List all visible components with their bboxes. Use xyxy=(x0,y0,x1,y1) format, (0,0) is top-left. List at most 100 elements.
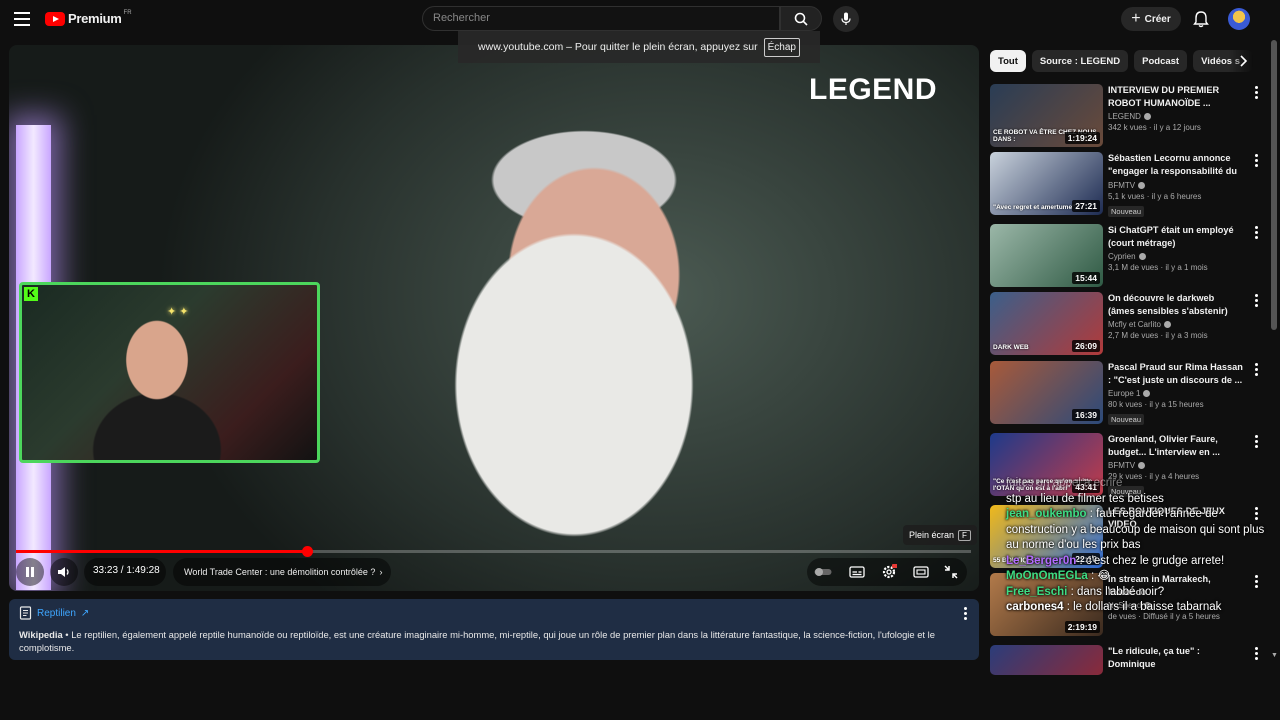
video-thumbnail[interactable]: "Avec regret et amertume" 27:21 xyxy=(990,152,1103,215)
volume-button[interactable] xyxy=(50,558,78,586)
hamburger-menu-icon[interactable] xyxy=(14,12,30,26)
progress-bar[interactable] xyxy=(16,546,971,557)
video-meta: 3,1 M de vues · il y a 1 mois xyxy=(1108,263,1208,272)
more-options-icon[interactable] xyxy=(1252,294,1260,308)
video-duration: 26:09 xyxy=(1072,340,1100,352)
voice-search-button[interactable] xyxy=(833,6,859,32)
chat-message: Le_Berger0n : c'est chez le grudge arret… xyxy=(1006,554,1271,570)
thumbnail-caption: DARK WEB xyxy=(993,344,1029,351)
sidebar-scrollbar[interactable] xyxy=(1271,40,1277,330)
chip-source-legend[interactable]: Source : LEGEND xyxy=(1031,50,1129,72)
video-thumbnail[interactable]: DARK WEB 26:09 xyxy=(990,292,1103,355)
plus-icon: + xyxy=(1131,10,1141,27)
recommendation-item[interactable]: 16:39 Pascal Praud sur Rima Hassan : "C'e… xyxy=(990,361,1260,425)
theater-icon xyxy=(913,566,929,578)
chip-podcast[interactable]: Podcast xyxy=(1134,50,1188,72)
recommendation-item[interactable]: DARK WEB 26:09 On découvre le darkweb (âme… xyxy=(990,292,1260,356)
chat-message: carbones4 : le dollars il a baisse tabar… xyxy=(1006,600,1271,616)
video-thumbnail[interactable]: 16:39 xyxy=(990,361,1103,424)
video-title[interactable]: "Le ridicule, ça tue" : Dominique xyxy=(1108,645,1243,670)
thumbnail-caption: "Avec regret et amertume" xyxy=(993,204,1076,211)
account-avatar[interactable] xyxy=(1228,8,1250,30)
channel-name[interactable]: Mcfly et Carlito xyxy=(1108,320,1243,329)
time-text: 33:23 / 1:49:28 xyxy=(93,565,160,576)
chat-username[interactable]: MoOnOmEGLa xyxy=(1006,570,1088,582)
chat-message: stp au lieu de filmer tes betises xyxy=(1006,492,1271,508)
recommendation-item[interactable]: "Avec regret et amertume" 27:21 Sébastien … xyxy=(990,152,1260,217)
chat-username[interactable]: Free_Eschi xyxy=(1006,586,1067,598)
video-title[interactable]: Si ChatGPT était un employé (court métra… xyxy=(1108,224,1243,249)
progress-scrubber[interactable] xyxy=(302,546,313,557)
create-button[interactable]: + Créer xyxy=(1121,7,1181,31)
chat-username[interactable]: carbones4 xyxy=(1006,601,1064,613)
channel-name-text: Cyprien xyxy=(1108,252,1136,261)
channel-name[interactable]: BFMTV xyxy=(1108,461,1243,470)
recommendation-item[interactable]: CE ROBOT VA ÊTRE CHEZ NOUS DANS :1:19:24… xyxy=(990,84,1260,148)
video-meta: 5,1 k vues · il y a 6 heures xyxy=(1108,192,1202,201)
more-options-icon[interactable] xyxy=(1252,86,1260,100)
chip-all[interactable]: Tout xyxy=(990,50,1026,72)
info-title-link[interactable]: Reptilien ↗ xyxy=(19,606,969,620)
chat-text: faites un appel a ecrire xyxy=(1006,477,1123,489)
video-player[interactable]: LEGEND K ✦ ✦ Plein écran F 33:23 / 1:49:… xyxy=(9,45,979,591)
recommendation-text: On découvre le darkweb (âmes sensibles s… xyxy=(1108,292,1243,340)
chips-next-button[interactable] xyxy=(1234,52,1252,70)
video-title[interactable]: Groenland, Olivier Faure, budget... L'in… xyxy=(1108,433,1243,458)
youtube-play-icon xyxy=(45,11,65,26)
chat-message: Free_Eschi : dans l'abbé noir? xyxy=(1006,585,1271,601)
pause-button[interactable] xyxy=(16,558,44,586)
chat-username[interactable]: Le_Berger0n xyxy=(1006,555,1076,567)
video-thumbnail[interactable]: 15:44 xyxy=(990,224,1103,287)
more-options-icon[interactable] xyxy=(1252,363,1260,377)
chevron-right-icon xyxy=(1240,55,1248,67)
subtitles-button[interactable] xyxy=(847,562,867,582)
video-title[interactable]: INTERVIEW DU PREMIER ROBOT HUMANOÏDE ... xyxy=(1108,84,1243,109)
video-thumbnail[interactable]: CE ROBOT VA ÊTRE CHEZ NOUS DANS :1:19:24 xyxy=(990,84,1103,147)
video-thumbnail[interactable] xyxy=(990,645,1103,675)
scroll-down-arrow-icon[interactable]: ▼ xyxy=(1271,652,1278,659)
info-text: Le reptilien, également appelé reptile h… xyxy=(19,629,935,653)
channel-name[interactable]: BFMTV xyxy=(1108,181,1243,190)
more-options-icon[interactable] xyxy=(1252,226,1260,240)
channel-name[interactable]: Europe 1 xyxy=(1108,389,1243,398)
video-title[interactable]: On découvre le darkweb (âmes sensibles s… xyxy=(1108,292,1243,317)
recommendation-item[interactable]: 15:44 Si ChatGPT était un employé (court … xyxy=(990,224,1260,288)
youtube-logo[interactable]: Premium FR xyxy=(45,10,132,26)
chat-text: : c'est chez le grudge arrete! xyxy=(1076,554,1225,567)
tooltip-text: Plein écran xyxy=(909,530,955,540)
exit-fullscreen-icon xyxy=(944,565,958,579)
video-meta: 2,7 M de vues · il y a 3 mois xyxy=(1108,331,1208,340)
chapter-button[interactable]: World Trade Center : une démolition cont… xyxy=(173,558,391,586)
external-link-icon: ↗ xyxy=(80,607,90,619)
notifications-button[interactable] xyxy=(1191,9,1211,29)
autoplay-toggle[interactable] xyxy=(813,562,833,582)
recommendation-item[interactable]: "Le ridicule, ça tue" : Dominique xyxy=(990,645,1260,675)
more-options-icon[interactable] xyxy=(1252,154,1260,168)
exit-fullscreen-button[interactable] xyxy=(941,562,961,582)
more-options-icon[interactable] xyxy=(961,607,969,621)
info-description: Wikipedia • Le reptilien, également appe… xyxy=(19,629,935,653)
more-options-icon[interactable] xyxy=(1252,647,1260,661)
escape-key-hint: Échap xyxy=(763,37,800,57)
right-controls xyxy=(807,558,967,586)
video-meta: 80 k vues · il y a 15 heures xyxy=(1108,400,1204,409)
channel-name[interactable]: LEGEND xyxy=(1108,112,1243,121)
channel-name-text: Mcfly et Carlito xyxy=(1108,320,1161,329)
search-input[interactable]: Rechercher xyxy=(422,6,780,31)
chat-message: MoOnOmEGLa : 😂 xyxy=(1006,569,1271,585)
chat-text: : dans l'abbé noir? xyxy=(1067,585,1165,598)
channel-name-text: Europe 1 xyxy=(1108,389,1141,398)
chat-message: faites un appel a ecrire xyxy=(1006,476,1271,492)
channel-name[interactable]: Cyprien xyxy=(1108,252,1243,261)
video-title[interactable]: Pascal Praud sur Rima Hassan : "C'est ju… xyxy=(1108,361,1243,386)
chat-username[interactable]: jean_oukembo xyxy=(1006,508,1087,520)
more-options-icon[interactable] xyxy=(1252,435,1260,449)
video-duration: 2:19:19 xyxy=(1064,621,1100,633)
subtitles-icon xyxy=(849,566,865,578)
search-button[interactable] xyxy=(780,6,822,31)
settings-button[interactable] xyxy=(879,562,899,582)
fullscreen-notice: www.youtube.com – Pour quitter le plein … xyxy=(458,31,820,63)
theater-mode-button[interactable] xyxy=(911,562,931,582)
recommendation-text: INTERVIEW DU PREMIER ROBOT HUMANOÏDE ...… xyxy=(1108,84,1243,132)
video-title[interactable]: Sébastien Lecornu annonce "engager la re… xyxy=(1108,152,1243,178)
